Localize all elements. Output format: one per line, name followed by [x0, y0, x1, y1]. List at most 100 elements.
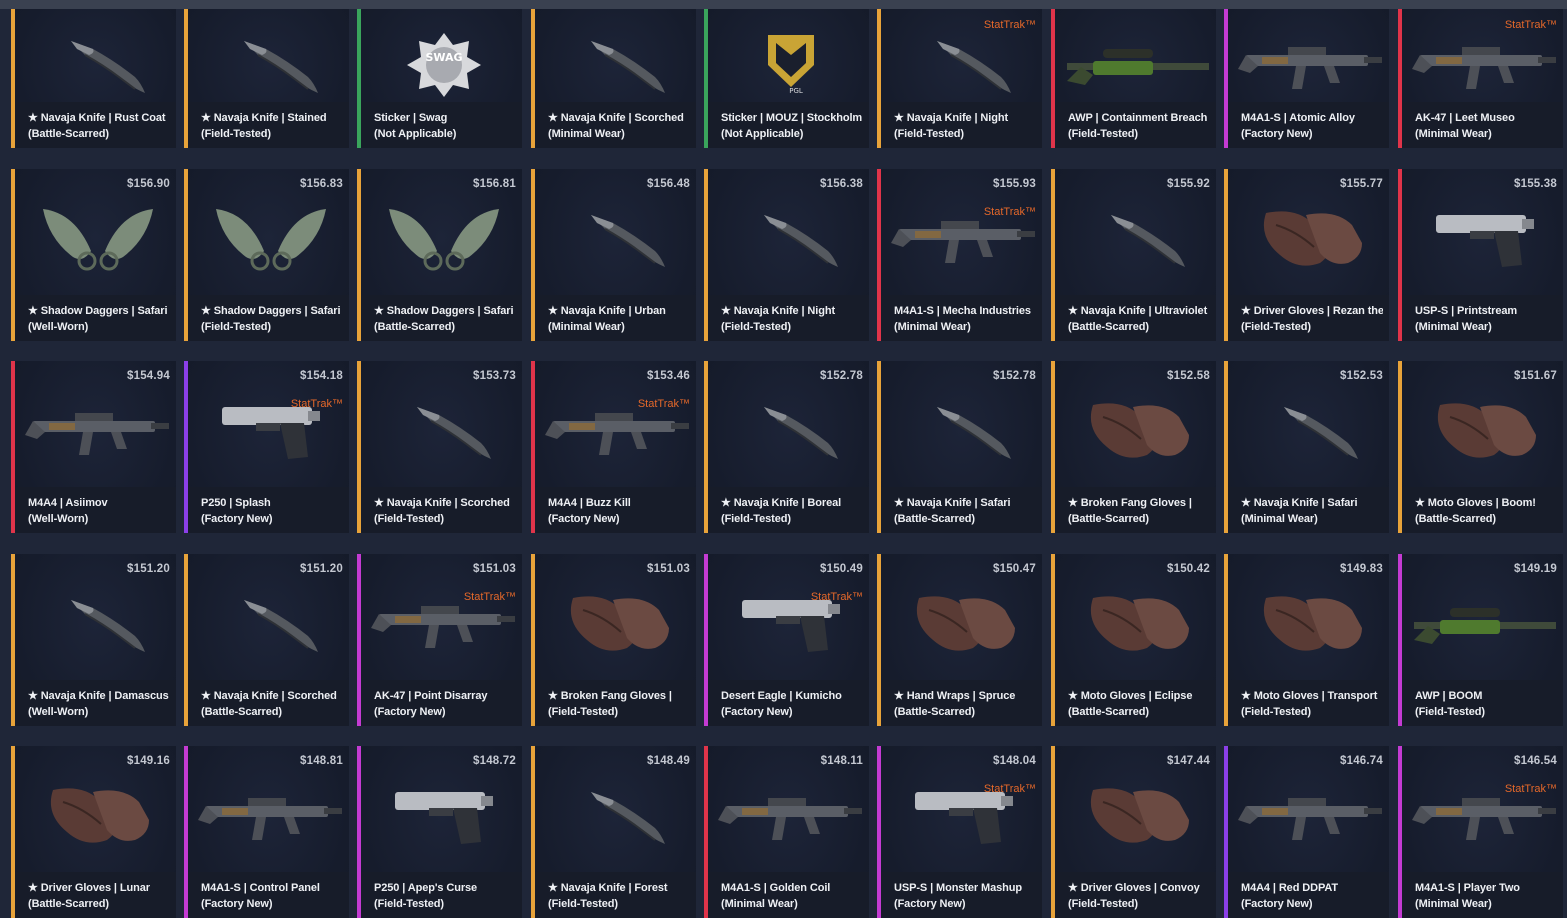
- item-card[interactable]: $150.49 StatTrak™ Desert Eagle | Kumicho (F…: [704, 554, 869, 726]
- item-card[interactable]: $148.11 M4A1-S | Golden Coil (Minimal Wear…: [704, 746, 869, 918]
- knife-icon: [889, 31, 1039, 99]
- item-card[interactable]: ★ Navaja Knife | Stained (Field-Tested): [184, 9, 349, 148]
- item-card[interactable]: $155.92 ★ Navaja Knife | Ultraviolet (Batt…: [1051, 169, 1216, 341]
- item-card[interactable]: $155.38 USP-S | Printstream (Minimal Wear): [1398, 169, 1563, 341]
- item-card[interactable]: $156.83 ★ Shadow Daggers | Safari (Field-T…: [184, 169, 349, 341]
- item-card[interactable]: $156.48 ★ Navaja Knife | Urban (Minimal We…: [531, 169, 696, 341]
- item-label: ★ Navaja Knife | Safari (Battle-Scarred): [881, 487, 1042, 533]
- pistol-icon: [889, 782, 1039, 850]
- item-card[interactable]: $156.81 ★ Shadow Daggers | Safari (Battle-…: [357, 169, 522, 341]
- item-name: Sticker | Swag: [374, 112, 448, 124]
- item-wear: (Battle-Scarred): [1068, 513, 1149, 525]
- item-card[interactable]: $148.72 P250 | Apep's Curse (Field-Tested): [357, 746, 522, 918]
- item-wear: (Field-Tested): [374, 513, 444, 525]
- item-name: ★ Broken Fang Gloves |: [548, 690, 672, 702]
- item-grid: ★ Navaja Knife | Rust Coat (Battle-Scarre…: [0, 0, 1567, 918]
- item-name: ★ Shadow Daggers | Safari: [201, 305, 341, 317]
- item-price: $155.77: [1340, 178, 1383, 190]
- item-price: $153.73: [473, 370, 516, 382]
- rifle-icon: [716, 782, 866, 850]
- item-label: ★ Navaja Knife | Urban (Minimal Wear): [535, 295, 696, 341]
- item-card[interactable]: M4A1-S | Atomic Alloy (Factory New): [1224, 9, 1389, 148]
- item-card[interactable]: $151.20 ★ Navaja Knife | Damascus (Well-Wo…: [11, 554, 176, 726]
- item-wear: (Battle-Scarred): [1068, 321, 1149, 333]
- item-card[interactable]: StatTrak™ ★ Navaja Knife | Night (Field-Te…: [877, 9, 1042, 148]
- item-name: ★ Navaja Knife | Damascus: [28, 690, 169, 702]
- item-card[interactable]: $154.18 StatTrak™ P250 | Splash (Factory Ne…: [184, 361, 349, 533]
- item-label: M4A1-S | Golden Coil (Minimal Wear): [708, 872, 869, 918]
- item-card[interactable]: $146.74 M4A4 | Red DDPAT (Factory New): [1224, 746, 1389, 918]
- sticker-mouz-icon: PGL: [716, 31, 866, 99]
- item-name: ★ Shadow Daggers | Safari: [28, 305, 168, 317]
- item-card[interactable]: ★ Navaja Knife | Rust Coat (Battle-Scarre…: [11, 9, 176, 148]
- item-card[interactable]: $150.47 ★ Hand Wraps | Spruce (Battle-Scar…: [877, 554, 1042, 726]
- item-price: $149.16: [127, 755, 170, 767]
- item-label: ★ Broken Fang Gloves | (Battle-Scarred): [1055, 487, 1216, 533]
- rifle-icon: [369, 590, 519, 658]
- item-wear: (Field-Tested): [721, 513, 791, 525]
- item-card[interactable]: $148.49 ★ Navaja Knife | Forest (Field-Tes…: [531, 746, 696, 918]
- item-card[interactable]: $149.19 AWP | BOOM (Field-Tested): [1398, 554, 1563, 726]
- item-card[interactable]: $151.20 ★ Navaja Knife | Scorched (Battle-…: [184, 554, 349, 726]
- item-wear: (Minimal Wear): [894, 321, 971, 333]
- pistol-icon: [196, 397, 346, 465]
- item-card[interactable]: SWAG Sticker | Swag (Not Applicable): [357, 9, 522, 148]
- item-label: P250 | Splash (Factory New): [188, 487, 349, 533]
- knife-icon: [716, 397, 866, 465]
- item-card[interactable]: PGL Sticker | MOUZ | Stockholm (Not Applic…: [704, 9, 869, 148]
- knife-icon: [1063, 205, 1213, 273]
- item-wear: (Field-Tested): [201, 321, 271, 333]
- item-price: $148.49: [647, 755, 690, 767]
- item-card[interactable]: $149.83 ★ Moto Gloves | Transport (Field-T…: [1224, 554, 1389, 726]
- item-label: AWP | Containment Breach (Field-Tested): [1055, 102, 1216, 148]
- item-label: ★ Driver Gloves | Rezan the (Field-Tested…: [1228, 295, 1389, 341]
- item-card[interactable]: $153.46 StatTrak™ M4A4 | Buzz Kill (Factory…: [531, 361, 696, 533]
- item-card[interactable]: $155.93 StatTrak™ M4A1-S | Mecha Industrie…: [877, 169, 1042, 341]
- item-label: ★ Navaja Knife | Night (Field-Tested): [708, 295, 869, 341]
- item-wear: (Minimal Wear): [548, 128, 625, 140]
- item-card[interactable]: $148.81 M4A1-S | Control Panel (Factory Ne…: [184, 746, 349, 918]
- sniper-rifle-icon: [1063, 31, 1213, 99]
- item-card[interactable]: $151.03 StatTrak™ AK-47 | Point Disarray (F…: [357, 554, 522, 726]
- item-price: $150.49: [820, 563, 863, 575]
- item-label: ★ Hand Wraps | Spruce (Battle-Scarred): [881, 680, 1042, 726]
- item-price: $151.20: [127, 563, 170, 575]
- item-name: AWP | BOOM: [1415, 690, 1483, 702]
- item-label: ★ Driver Gloves | Convoy (Field-Tested): [1055, 872, 1216, 918]
- item-card[interactable]: $147.44 ★ Driver Gloves | Convoy (Field-Te…: [1051, 746, 1216, 918]
- item-card[interactable]: $150.42 ★ Moto Gloves | Eclipse (Battle-Sc…: [1051, 554, 1216, 726]
- item-card[interactable]: $156.38 ★ Navaja Knife | Night (Field-Test…: [704, 169, 869, 341]
- item-card[interactable]: $148.04 StatTrak™ USP-S | Monster Mashup (F…: [877, 746, 1042, 918]
- item-name: ★ Hand Wraps | Spruce: [894, 690, 1016, 702]
- item-name: ★ Navaja Knife | Safari: [894, 497, 1011, 509]
- item-name: ★ Navaja Knife | Safari: [1241, 497, 1358, 509]
- item-card[interactable]: $146.54 StatTrak™ M4A1-S | Player Two (Mini…: [1398, 746, 1563, 918]
- item-card[interactable]: $152.58 ★ Broken Fang Gloves | (Battle-Sca…: [1051, 361, 1216, 533]
- item-card[interactable]: $155.77 ★ Driver Gloves | Rezan the (Field…: [1224, 169, 1389, 341]
- item-card[interactable]: $156.90 ★ Shadow Daggers | Safari (Well-Wo…: [11, 169, 176, 341]
- item-price: $152.58: [1167, 370, 1210, 382]
- item-card[interactable]: ★ Navaja Knife | Scorched (Minimal Wear): [531, 9, 696, 148]
- item-card[interactable]: $152.78 ★ Navaja Knife | Boreal (Field-Tes…: [704, 361, 869, 533]
- item-card[interactable]: $153.73 ★ Navaja Knife | Scorched (Field-T…: [357, 361, 522, 533]
- item-label: AK-47 | Leet Museo (Minimal Wear): [1402, 102, 1563, 148]
- item-card[interactable]: $151.03 ★ Broken Fang Gloves | (Field-Test…: [531, 554, 696, 726]
- item-label: ★ Navaja Knife | Scorched (Minimal Wear): [535, 102, 696, 148]
- item-wear: (Field-Tested): [201, 128, 271, 140]
- item-card[interactable]: $152.78 ★ Navaja Knife | Safari (Battle-Sc…: [877, 361, 1042, 533]
- item-wear: (Minimal Wear): [1415, 898, 1492, 910]
- item-card[interactable]: $149.16 ★ Driver Gloves | Lunar (Battle-Sc…: [11, 746, 176, 918]
- item-card[interactable]: $152.53 ★ Navaja Knife | Safari (Minimal W…: [1224, 361, 1389, 533]
- item-label: ★ Driver Gloves | Lunar (Battle-Scarred): [15, 872, 176, 918]
- item-price: $156.90: [127, 178, 170, 190]
- rifle-icon: [23, 397, 173, 465]
- item-wear: (Minimal Wear): [1415, 128, 1492, 140]
- item-wear: (Well-Worn): [28, 513, 89, 525]
- item-card[interactable]: StatTrak™ AK-47 | Leet Museo (Minimal Wear…: [1398, 9, 1563, 148]
- item-card[interactable]: $151.67 ★ Moto Gloves | Boom! (Battle-Scar…: [1398, 361, 1563, 533]
- item-card[interactable]: $154.94 M4A4 | Asiimov (Well-Worn): [11, 361, 176, 533]
- item-name: M4A1-S | Control Panel: [201, 882, 320, 894]
- item-name: Desert Eagle | Kumicho: [721, 690, 842, 702]
- item-card[interactable]: AWP | Containment Breach (Field-Tested): [1051, 9, 1216, 148]
- item-label: ★ Navaja Knife | Damascus (Well-Worn): [15, 680, 176, 726]
